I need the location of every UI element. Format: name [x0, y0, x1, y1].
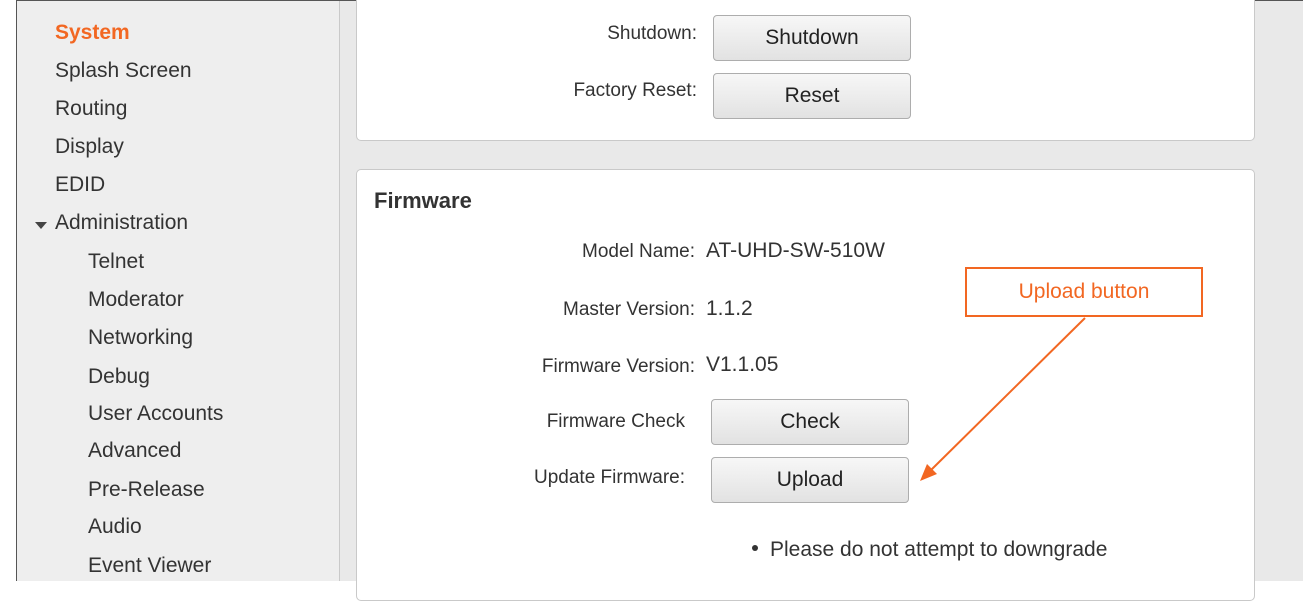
sidebar-item-advanced[interactable]: Advanced	[88, 439, 181, 463]
sidebar-nav: System Splash Screen Routing Display EDI…	[17, 1, 340, 581]
sidebar-item-audio[interactable]: Audio	[88, 515, 142, 539]
sidebar-item-system[interactable]: System	[55, 21, 130, 45]
sidebar-item-user-accounts[interactable]: User Accounts	[88, 402, 223, 426]
update-firmware-label: Update Firmware:	[534, 467, 685, 488]
sidebar-item-moderator[interactable]: Moderator	[88, 288, 184, 312]
model-name-value: AT-UHD-SW-510W	[706, 239, 885, 262]
sidebar-item-telnet[interactable]: Telnet	[88, 250, 144, 274]
factory-reset-label: Factory Reset:	[573, 80, 697, 101]
firmware-version-value: V1.1.05	[706, 353, 779, 376]
reset-button[interactable]: Reset	[713, 73, 911, 119]
firmware-note: Please do not attempt to downgrade	[752, 538, 1107, 562]
sidebar-item-event-viewer[interactable]: Event Viewer	[88, 554, 211, 578]
bullet-icon	[752, 545, 758, 552]
master-version-label: Master Version:	[563, 299, 695, 320]
shutdown-label: Shutdown:	[607, 23, 697, 44]
model-name-label: Model Name:	[582, 241, 695, 262]
sidebar-item-edid[interactable]: EDID	[55, 173, 105, 197]
sidebar-item-display[interactable]: Display	[55, 135, 124, 159]
sidebar-item-debug[interactable]: Debug	[88, 365, 150, 389]
upload-button[interactable]: Upload	[711, 457, 909, 503]
sidebar-item-administration[interactable]: Administration	[55, 211, 188, 235]
firmware-version-label: Firmware Version:	[541, 356, 695, 377]
downgrade-warning-text: Please do not attempt to downgrade	[770, 538, 1108, 561]
system-panel: Shutdown: Shutdown Factory Reset: Reset	[356, 0, 1255, 141]
check-button[interactable]: Check	[711, 399, 909, 445]
firmware-panel: Firmware Model Name: AT-UHD-SW-510W Mast…	[356, 169, 1255, 601]
sidebar-item-networking[interactable]: Networking	[88, 326, 193, 350]
master-version-value: 1.1.2	[706, 297, 753, 320]
firmware-check-label: Firmware Check	[546, 411, 685, 432]
annotation-callout: Upload button	[965, 267, 1203, 317]
sidebar-item-routing[interactable]: Routing	[55, 97, 127, 121]
shutdown-button[interactable]: Shutdown	[713, 15, 911, 61]
chevron-down-icon[interactable]	[35, 222, 47, 229]
sidebar-item-pre-release[interactable]: Pre-Release	[88, 478, 205, 502]
sidebar-item-splash-screen[interactable]: Splash Screen	[55, 59, 192, 83]
firmware-section-title: Firmware	[374, 188, 472, 213]
